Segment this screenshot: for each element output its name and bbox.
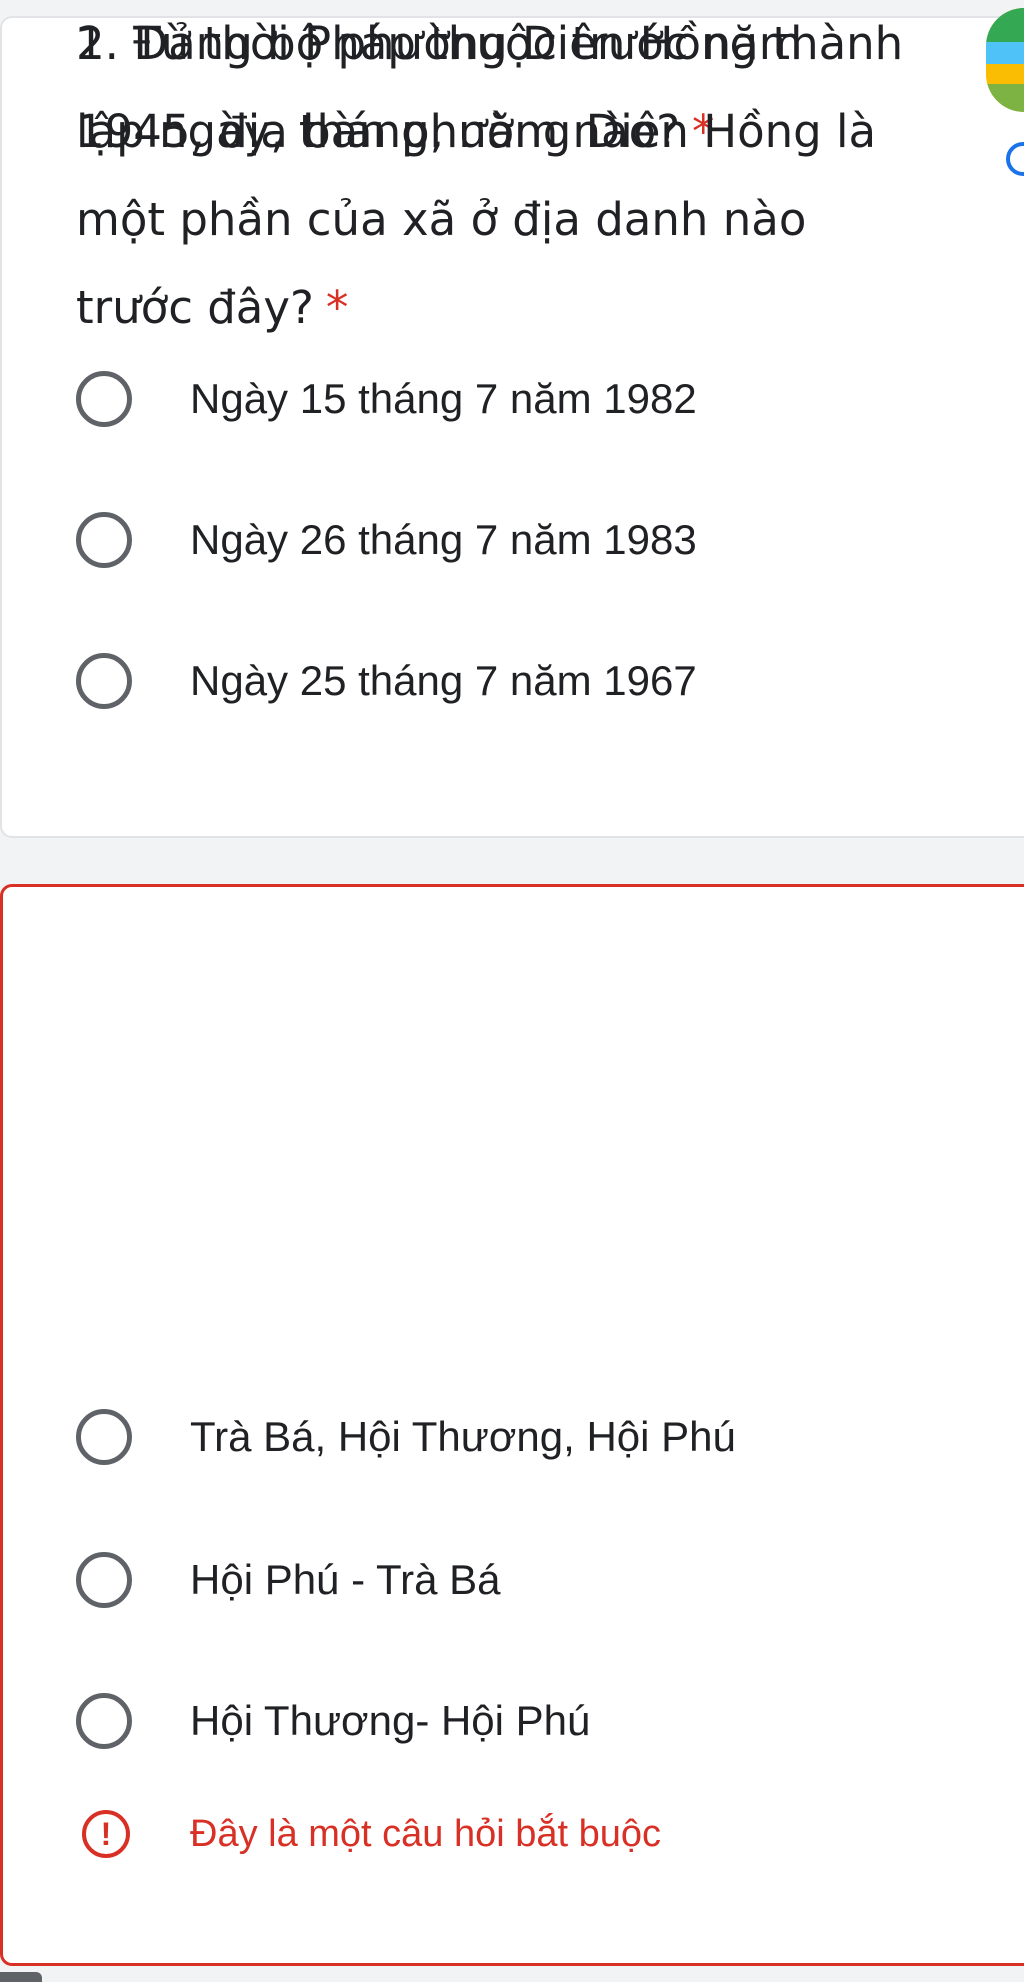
question-title-2: 2. Từ thời Pháp thuộc trước năm 1945, đị… (76, 0, 996, 352)
option-label: Trà Bá, Hội Thương, Hội Phú (190, 1413, 736, 1460)
bottom-handle (0, 1972, 42, 1982)
required-error-message: ! Đây là một câu hỏi bắt buộc (82, 1806, 661, 1862)
form-page: 1. Đảng bộ phường Diên Hồng thành lập ng… (0, 0, 1024, 1982)
radio-button-unchecked-icon[interactable] (76, 512, 132, 568)
option-label: Hội Phú - Trà Bá (190, 1556, 501, 1603)
error-text: Đây là một câu hỏi bắt buộc (190, 1812, 662, 1855)
option-1-1[interactable]: Ngày 15 tháng 7 năm 1982 (76, 354, 697, 444)
option-2-3[interactable]: Hội Thương- Hội Phú (76, 1676, 590, 1766)
radio-button-unchecked-icon[interactable] (76, 653, 132, 709)
radio-button-unchecked-icon[interactable] (76, 371, 132, 427)
radio-button-unchecked-icon[interactable] (76, 1552, 132, 1608)
question-title-2-line-4: trước đây? * (76, 264, 996, 352)
question-title-2-line-1: 2. Từ thời Pháp thuộc trước năm (76, 17, 803, 70)
error-alert-icon: ! (82, 1810, 130, 1858)
radio-button-unchecked-icon[interactable] (76, 1409, 132, 1465)
radio-button-unchecked-icon[interactable] (76, 1693, 132, 1749)
required-asterisk: * (325, 281, 349, 334)
question-title-2-line-4-text: trước đây? (76, 281, 314, 334)
option-label: Hội Thương- Hội Phú (190, 1697, 591, 1744)
option-label: Ngày 26 tháng 7 năm 1983 (190, 516, 697, 563)
option-2-1[interactable]: Trà Bá, Hội Thương, Hội Phú (76, 1392, 736, 1482)
option-label: Ngày 25 tháng 7 năm 1967 (190, 657, 697, 704)
option-1-2[interactable]: Ngày 26 tháng 7 năm 1983 (76, 495, 697, 585)
option-2-2[interactable]: Hội Phú - Trà Bá (76, 1535, 500, 1625)
option-label: Ngày 15 tháng 7 năm 1982 (190, 375, 697, 422)
question-title-2-line-3: một phần của xã ở địa danh nào (76, 193, 807, 246)
option-1-3[interactable]: Ngày 25 tháng 7 năm 1967 (76, 636, 697, 726)
question-title-2-line-2: 1945, địa bàn phường Diên Hồng là (76, 105, 877, 158)
